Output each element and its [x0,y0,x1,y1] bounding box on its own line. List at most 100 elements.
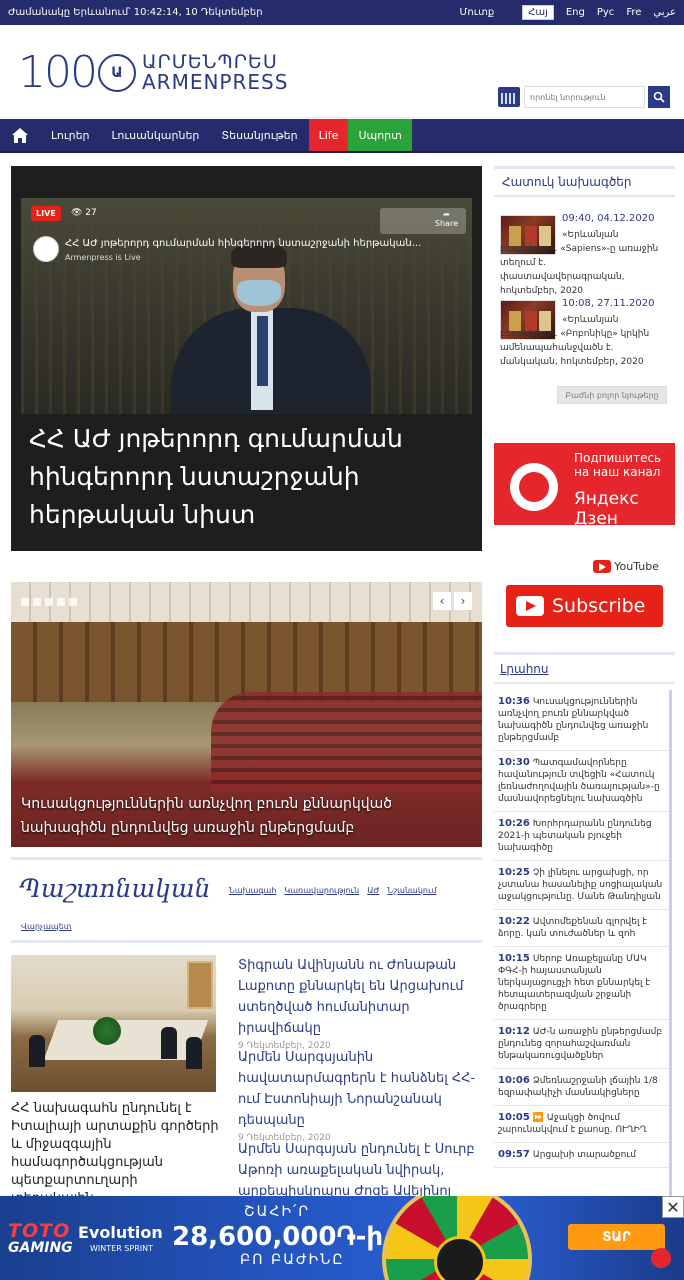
section-title[interactable]: Պաշտոնական [19,874,211,903]
news-title[interactable]: Արմեն Սարգսյանին հավատարմագրերն է հանձնե… [238,1047,478,1131]
ad-cta-button[interactable]: ՏԱՐ [568,1224,665,1250]
share-label: Share [434,219,458,228]
language-switcher: Մուտք Հայ Eng Рус Fre عربي [460,5,676,20]
ad-close-icon[interactable]: ✕ [662,1196,684,1218]
news-feed-title[interactable]: Լրահոս [500,662,549,676]
link-prime-minister[interactable]: Վարչապետ [21,922,72,931]
ad-brand-toto: TOTO [8,1220,71,1242]
slider-dot[interactable] [57,598,65,606]
dzen-brand: Яндекс Дзен [574,489,639,525]
lang-hy[interactable]: Հայ [522,5,554,20]
slider-prev-icon[interactable]: ‹ [433,592,451,610]
link-parliament[interactable]: ԱԺ [367,886,379,895]
search-icon [653,91,665,103]
logo-number: 100 [18,47,98,98]
slider-dot[interactable] [21,598,29,606]
link-appointment[interactable]: Նշանակում [387,886,436,895]
feed-item[interactable]: 10:36 Կուսակցություններին առնչվող բուռն ք… [494,690,669,751]
news-title[interactable]: Արմեն Սարգսյան ընդունել է Սուրբ Աթոռի առ… [238,1139,478,1202]
nav-sport[interactable]: Սպորտ [348,119,412,151]
nav-videos[interactable]: Տեսանյութեր [210,119,308,151]
slider-caption[interactable]: Կուսակցություններին առնչվող բուռն քննարկ… [21,792,461,840]
feed-item[interactable]: 10:26 Խորհրդարանն ընդունեց 2021-ի պետական… [494,812,669,861]
logo-emblem-icon: Ա [97,53,136,92]
feed-item[interactable]: 09:57 Արցախի տարածքում [494,1143,669,1168]
slider-dot[interactable] [45,598,53,606]
video-player[interactable]: LIVE 👁 27 ՀՀ ԱԺ յոթերորդ գումարման հինգե… [21,198,472,414]
login-link[interactable]: Մուտք [460,7,495,18]
feed-item[interactable]: 10:05 ⏩ Աջակցի ծովում շարունակվում է քաոս… [494,1106,669,1143]
special-projects-header: Հատուկ նախագծեր [494,166,675,197]
news-item: Տիգրան Ավինյանն ու Ժոնաթան Լաքոտը քննարկ… [238,955,478,1051]
video-speaker [171,228,371,414]
subscribe-label: Subscribe [552,595,646,617]
feed-time: 10:06 [498,1075,530,1086]
calendar-icon[interactable] [498,87,520,107]
project-item[interactable]: 10:08, 27.11.2020 «Երևանյան բեսթսելեր». … [500,298,672,373]
search-bar [498,86,670,108]
logo-100: 100 [18,47,98,98]
live-badge: LIVE [31,206,61,221]
feed-item[interactable]: 10:25 Չի լինելու արցախցի, որ չստանա հասան… [494,861,669,910]
photo-slider[interactable]: ‹ › Կուսակցություններին առնչվող բուռն քն… [11,582,482,847]
project-date: 10:08, 27.11.2020 [562,298,655,309]
lang-en[interactable]: Eng [566,7,585,18]
logo-en: ARMENPRESS [141,70,289,94]
nav-life[interactable]: Life [308,119,349,151]
home-icon [12,127,28,143]
slider-next-icon[interactable]: › [454,592,472,610]
video-title[interactable]: ՀՀ ԱԺ յոթերորդ գումարման հինգերորդ նստաշ… [65,238,421,249]
slider-dot[interactable] [33,598,41,606]
feed-time: 10:05 [498,1112,530,1123]
ad-banner[interactable]: TOTO GAMING Evolution WINTER SPRINT ՇԱՀԻ… [0,1196,684,1280]
home-button[interactable] [0,119,40,151]
search-input[interactable] [524,86,645,108]
project-date: 09:40, 04.12.2020 [562,213,655,224]
youtube-widget: YouTube Subscribe [494,560,675,640]
link-president[interactable]: Նախագահ [229,886,276,895]
feed-text[interactable]: Արցախի տարածքում [533,1150,636,1160]
ad-line-3: ԲՈ ԲԱԺԻՆԸ [240,1252,345,1268]
youtube-subscribe-button[interactable]: Subscribe [506,585,663,627]
featured-title[interactable]: ՀՀ նախագահն ընդունել է Իտալիայի արտաքին … [11,1100,221,1208]
feed-item[interactable]: 10:22 Ավտոմեքենան գլորվել է ձորը. կան տու… [494,910,669,947]
special-projects-title[interactable]: Հատուկ նախագծեր [502,175,632,189]
news-feed[interactable]: 10:36 Կուսակցություններին առնչվող բուռն ք… [494,690,672,1196]
ad-brand-evolution: Evolution [78,1223,163,1242]
slider-dot[interactable] [69,598,77,606]
slider-arrows: ‹ › [433,592,472,610]
slider-dots[interactable] [21,598,77,606]
lang-ru[interactable]: Рус [597,7,614,18]
feed-item[interactable]: 10:30 Պատգամավորները հավանություն տվեցին … [494,751,669,812]
feed-time: 10:12 [498,1026,530,1037]
link-government[interactable]: Կառավարություն [284,886,359,895]
news-title[interactable]: Տիգրան Ավինյանն ու Ժոնաթան Լաքոտը քննարկ… [238,955,478,1039]
wheel-graphic [382,1196,532,1280]
feed-time: 10:26 [498,818,530,829]
live-headline[interactable]: ՀՀ ԱԺ յոթերորդ գումարման հինգերորդ նստաշ… [29,420,449,534]
project-text[interactable]: «Երևանյան բեսթսելեր». «Բոբոնիկը» կրկին ա… [500,313,672,369]
all-materials-button[interactable]: Բաժնի բոլոր նյութերը [557,386,667,404]
lang-fr[interactable]: Fre [626,7,641,18]
feed-time: 10:15 [498,953,530,964]
yandex-dzen-banner[interactable]: Подпишитесь на наш канал Яндекс Дзен [494,443,675,525]
feed-item[interactable]: 10:12 ԱԺ-ն առաջին ընթերցմամբ ընդունեց զոր… [494,1020,669,1069]
feed-time: 10:22 [498,916,530,927]
notification-bell-icon[interactable] [651,1248,671,1268]
search-button[interactable] [648,86,670,108]
lang-ar[interactable]: عربي [653,7,676,18]
feed-item[interactable]: 10:06 Ձմեռնաշրջանի լճային 1/8 եզրափակիչի … [494,1069,669,1106]
share-button[interactable]: ➦ Share [435,210,458,228]
channel-avatar[interactable] [33,236,59,262]
current-time: Ժամանակը Երևանում՝ 10:42:14, 10 Դեկտեմբե… [8,7,263,18]
project-item[interactable]: 09:40, 04.12.2020 «Երևանյան բեսթսելեր». … [500,213,672,296]
logo-words: ԱՐՄԵՆՊՐԵՍ ARMENPRESS [141,53,289,94]
nav-photos[interactable]: Լուսանկարներ [101,119,211,151]
youtube-icon [593,560,612,573]
nav-news[interactable]: Լուրեր [40,119,101,151]
site-logo[interactable]: 100 Ա ԱՐՄԵՆՊՐԵՍ ARMENPRESS [18,47,288,98]
channel-name: Armenpress is Live [65,253,141,262]
feed-item[interactable]: 10:15 Սերոբ Առաքելյանը ՄԱԿ ՓԳՀ-ի հայաստան… [494,947,669,1020]
featured-image[interactable] [11,955,216,1092]
project-text[interactable]: «Երևանյան բեսթսելեր». «Sapiens»-ը առաջին… [500,228,672,298]
